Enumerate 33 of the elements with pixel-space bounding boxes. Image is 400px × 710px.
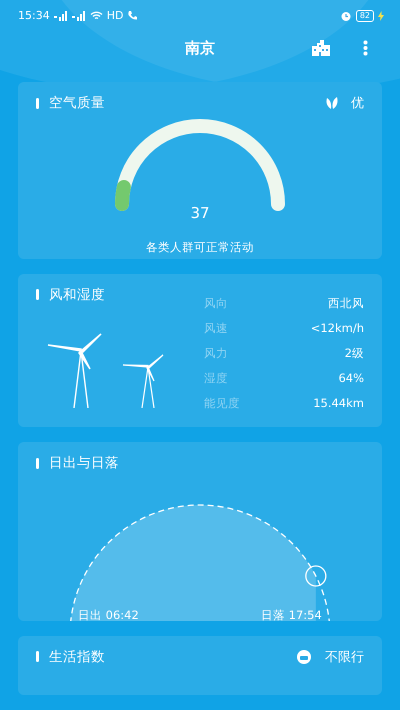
phone-icon	[127, 10, 138, 22]
air-quality-advice: 各类人群可正常活动	[146, 240, 254, 256]
traffic-restriction: 不限行	[325, 648, 364, 666]
alarm-icon	[340, 10, 352, 22]
city-buildings-icon[interactable]	[312, 40, 330, 56]
more-menu-icon[interactable]	[363, 40, 368, 56]
wind-label: 风速	[204, 320, 228, 337]
wind-value: <12km/h	[310, 320, 364, 337]
battery-indicator: 82	[356, 10, 374, 22]
status-time: 15:34	[18, 9, 50, 22]
wind-label: 能见度	[204, 394, 240, 412]
wifi-icon	[90, 10, 103, 21]
card-title: 空气质量	[49, 94, 105, 112]
card-title: 日出与日落	[49, 454, 119, 472]
sunrise-time: 日出 06:42	[78, 608, 139, 621]
city-title: 南京	[185, 38, 215, 58]
charging-icon	[378, 10, 384, 21]
wind-value: 15.44km	[313, 394, 364, 412]
leaf-icon	[325, 96, 339, 110]
card-title: 生活指数	[49, 648, 105, 666]
signal-icon	[72, 10, 86, 21]
card-title: 风和湿度	[49, 286, 105, 304]
wind-value: 64%	[338, 370, 364, 387]
aqi-value: 37	[190, 204, 210, 222]
wind-label: 湿度	[204, 370, 228, 387]
wind-value: 西北风	[328, 294, 364, 312]
wind-label: 风力	[204, 344, 228, 362]
hd-label: HD	[106, 9, 124, 22]
air-quality-grade: 优	[351, 95, 364, 112]
signal-icon	[54, 10, 68, 21]
sunset-time: 日落 17:54	[261, 608, 322, 621]
wind-label: 风向	[204, 294, 228, 312]
wind-value: 2级	[344, 344, 364, 362]
